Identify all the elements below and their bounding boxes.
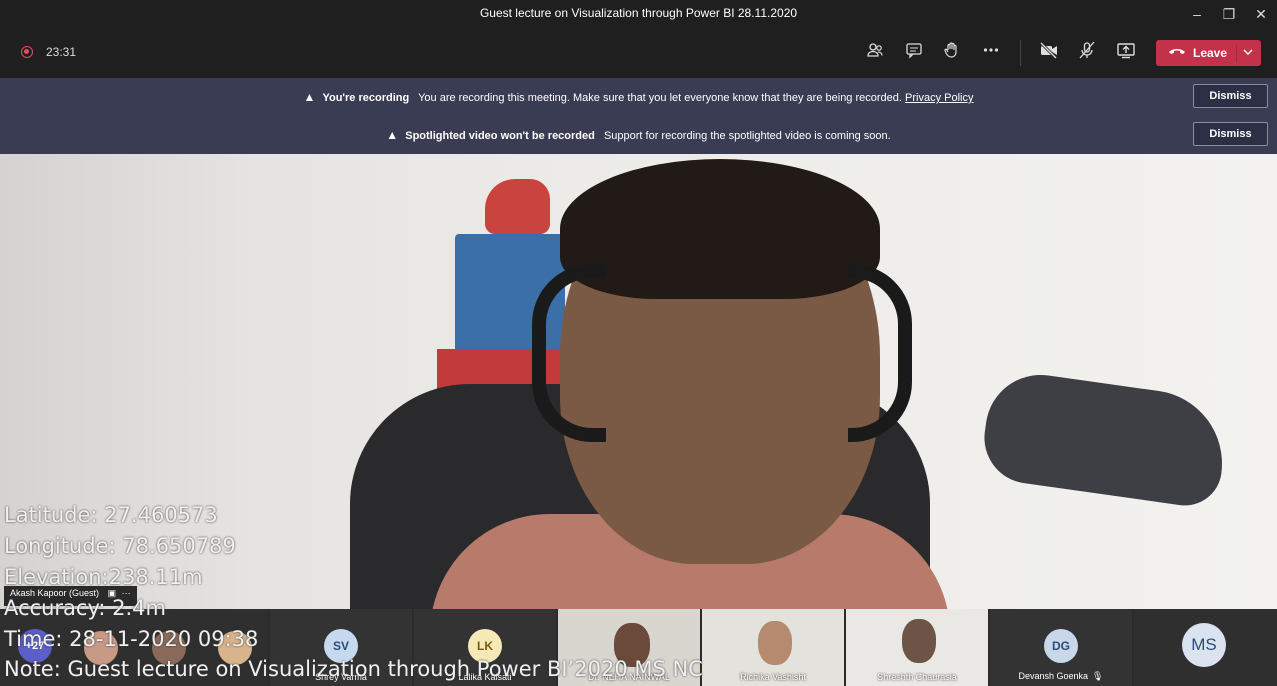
- banner-text: Support for recording the spotlighted vi…: [603, 130, 891, 142]
- participant-name: Richika Vashisht: [740, 672, 806, 682]
- elevation-label: Elevation:: [4, 565, 109, 589]
- dismiss-button[interactable]: Dismiss: [1193, 122, 1268, 146]
- participant-tile[interactable]: MS: [1134, 609, 1277, 686]
- time-label: Time:: [4, 627, 63, 651]
- meeting-timer: 23:31: [46, 45, 77, 59]
- warning-icon: ▲: [303, 90, 316, 104]
- participant-avatar: DG: [1044, 629, 1078, 663]
- close-icon[interactable]: ✕: [1246, 4, 1276, 24]
- recording-banner: ▲ You're recording You are recording thi…: [0, 78, 1277, 117]
- participants-icon[interactable]: [863, 41, 887, 65]
- minimize-icon[interactable]: –: [1182, 4, 1212, 24]
- geo-latitude: Latitude: 27.460573: [4, 503, 218, 527]
- more-options-icon[interactable]: [979, 41, 1003, 65]
- geo-note: Note: Guest lecture on Visualization thr…: [4, 657, 703, 681]
- banner-title: Spotlighted video won't be recorded: [405, 130, 595, 142]
- leave-divider: [1236, 44, 1237, 62]
- note-label: Note:: [4, 657, 61, 681]
- video-background-hat: [978, 367, 1232, 511]
- phone-hangup-icon: [1168, 44, 1186, 61]
- participant-name-row: Devansh Goenka 🎙: [990, 671, 1132, 682]
- participant-name: Devansh Goenka: [1018, 671, 1089, 681]
- leave-label: Leave: [1193, 46, 1228, 60]
- note-value: Guest lecture on Visualization through P…: [67, 657, 703, 681]
- participant-tile[interactable]: DG Devansh Goenka 🎙: [990, 609, 1132, 686]
- longitude-value: 78.650789: [122, 534, 236, 558]
- elevation-value: 238.11m: [108, 565, 203, 589]
- geo-elevation: Elevation:238.11m: [4, 565, 203, 589]
- privacy-policy-link[interactable]: Privacy Policy: [905, 92, 973, 104]
- accuracy-label: Accuracy:: [4, 596, 106, 620]
- mic-off-icon: 🎙: [1092, 671, 1104, 681]
- camera-off-icon[interactable]: [1037, 41, 1061, 65]
- geo-accuracy: Accuracy: 2.4m: [4, 596, 166, 620]
- share-screen-icon[interactable]: [1114, 41, 1138, 65]
- accuracy-value: 2.4m: [112, 596, 166, 620]
- maximize-icon[interactable]: ❐: [1214, 4, 1244, 24]
- title-bar: Guest lecture on Visualization through P…: [0, 0, 1277, 28]
- banner-title: You're recording: [322, 92, 410, 104]
- participant-avatar: MS: [1182, 623, 1226, 667]
- window-title: Guest lecture on Visualization through P…: [479, 6, 798, 20]
- headphones-left: [532, 264, 606, 442]
- dismiss-button[interactable]: Dismiss: [1193, 84, 1268, 108]
- video-background-toy: [485, 179, 550, 234]
- recording-icon: [21, 46, 33, 58]
- spotlight-banner: ▲ Spotlighted video won't be recorded Su…: [0, 116, 1277, 154]
- chevron-down-icon[interactable]: [1242, 43, 1254, 64]
- geo-time: Time: 28-11-2020 09:38: [4, 627, 258, 651]
- participant-video-tile[interactable]: Richika Vashisht: [702, 609, 844, 686]
- headphones-right: [848, 264, 912, 442]
- participant-name: Shreshth Chaurasia: [877, 672, 957, 682]
- toolbar-divider: [1020, 40, 1021, 66]
- chat-icon[interactable]: [902, 41, 926, 65]
- raise-hand-icon[interactable]: [940, 41, 964, 65]
- longitude-label: Longitude:: [4, 534, 116, 558]
- geo-longitude: Longitude: 78.650789: [4, 534, 236, 558]
- mic-off-icon[interactable]: [1075, 41, 1099, 65]
- leave-button[interactable]: Leave: [1156, 40, 1261, 66]
- warning-icon: ▲: [386, 128, 399, 142]
- participant-video: [758, 621, 792, 665]
- meeting-toolbar: 23:31 Leave: [0, 28, 1277, 79]
- latitude-value: 27.460573: [104, 503, 218, 527]
- banner-text: You are recording this meeting. Make sur…: [418, 92, 902, 104]
- participant-video: [902, 619, 936, 663]
- latitude-label: Latitude:: [4, 503, 98, 527]
- time-value: 28-11-2020 09:38: [69, 627, 259, 651]
- participant-video-tile[interactable]: Shreshth Chaurasia: [846, 609, 988, 686]
- video-person-hair: [560, 159, 880, 299]
